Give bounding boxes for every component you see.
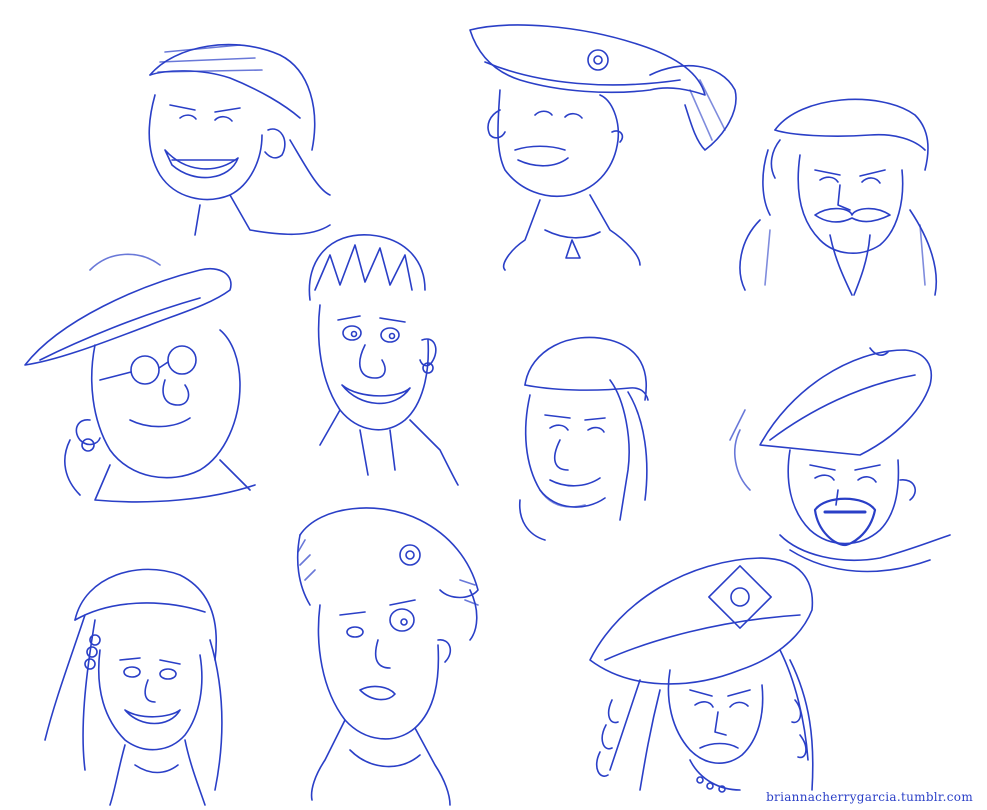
pirate-feather-hat-icon <box>469 24 737 271</box>
pirate-glasses-hat-icon <box>24 253 256 503</box>
pirate-messy-hair-icon <box>308 234 459 486</box>
pirate-fur-hat-icon <box>296 507 479 806</box>
artist-credit: briannacherrygarcia.tumblr.com <box>766 790 973 804</box>
pirate-girl-icon <box>44 568 223 806</box>
pirate-tricorn-curls-icon <box>589 557 814 793</box>
pirate-mustache-icon <box>739 98 938 296</box>
pirate-captain-beard-icon <box>729 347 951 573</box>
sketch-canvas <box>24 24 951 806</box>
sketch-sheet: briannacherrygarcia.tumblr.com <box>0 0 987 810</box>
pirate-headscarf-icon <box>519 336 649 541</box>
pirate-bandana-grin-icon <box>148 43 331 236</box>
